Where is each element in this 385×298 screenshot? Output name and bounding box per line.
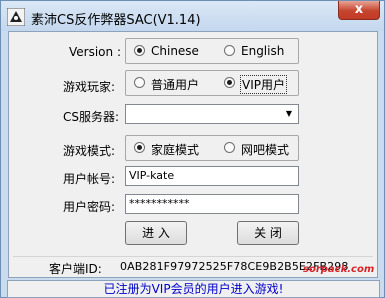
game-mode-label: 游戏模式: bbox=[63, 144, 116, 158]
password-label: 用户密码: bbox=[63, 200, 116, 214]
game-mode-group: 家庭模式 网吧模式 bbox=[125, 135, 299, 161]
radio-circle bbox=[134, 45, 145, 56]
account-label: 用户帐号: bbox=[63, 172, 116, 186]
dropdown-arrow-icon[interactable]: ▼ bbox=[281, 106, 297, 122]
radio-circle bbox=[134, 142, 145, 153]
radio-circle bbox=[224, 77, 235, 88]
radio-netcafe-mode-label: 网吧模式 bbox=[241, 143, 290, 157]
account-input[interactable]: VIP-kate bbox=[125, 166, 299, 186]
server-label: CS服务器: bbox=[63, 110, 120, 124]
password-input[interactable]: *********** bbox=[125, 194, 299, 214]
app-window: 素沛CS反作弊器SAC(V1.14) x Version : Chinese E… bbox=[0, 0, 385, 298]
form-panel: Version : Chinese English 游戏玩家: 普通用户 VIP… bbox=[8, 31, 378, 278]
radio-circle bbox=[134, 77, 145, 88]
radio-normal-user-label: 普通用户 bbox=[151, 78, 200, 92]
radio-vip-user-label: VIP用户 bbox=[240, 75, 287, 94]
radio-english-label: English bbox=[241, 44, 285, 58]
client-id-label: 客户端ID: bbox=[49, 262, 102, 276]
watermark-text: sorpack.com bbox=[303, 264, 375, 275]
status-bar: 已注册为VIP会员的用户进入游戏! bbox=[7, 280, 380, 298]
radio-chinese-label: Chinese bbox=[151, 44, 199, 58]
app-logo-icon bbox=[7, 8, 25, 26]
radio-home-mode-label: 家庭模式 bbox=[151, 143, 200, 157]
enter-button[interactable]: 进 入 bbox=[125, 221, 187, 245]
server-dropdown[interactable]: ▼ bbox=[125, 104, 299, 124]
version-group: Chinese English bbox=[125, 38, 299, 64]
player-type-label: 游戏玩家: bbox=[63, 80, 116, 94]
window-title: 素沛CS反作弊器SAC(V1.14) bbox=[31, 13, 201, 28]
player-type-group: 普通用户 VIP用户 bbox=[125, 70, 299, 96]
close-window-button[interactable]: x bbox=[338, 1, 380, 20]
close-button[interactable]: 关 闭 bbox=[237, 221, 299, 245]
radio-circle bbox=[224, 45, 235, 56]
radio-circle bbox=[224, 142, 235, 153]
version-label: Version : bbox=[69, 45, 121, 59]
title-bar[interactable]: 素沛CS反作弊器SAC(V1.14) x bbox=[1, 1, 384, 31]
close-icon: x bbox=[354, 2, 364, 17]
